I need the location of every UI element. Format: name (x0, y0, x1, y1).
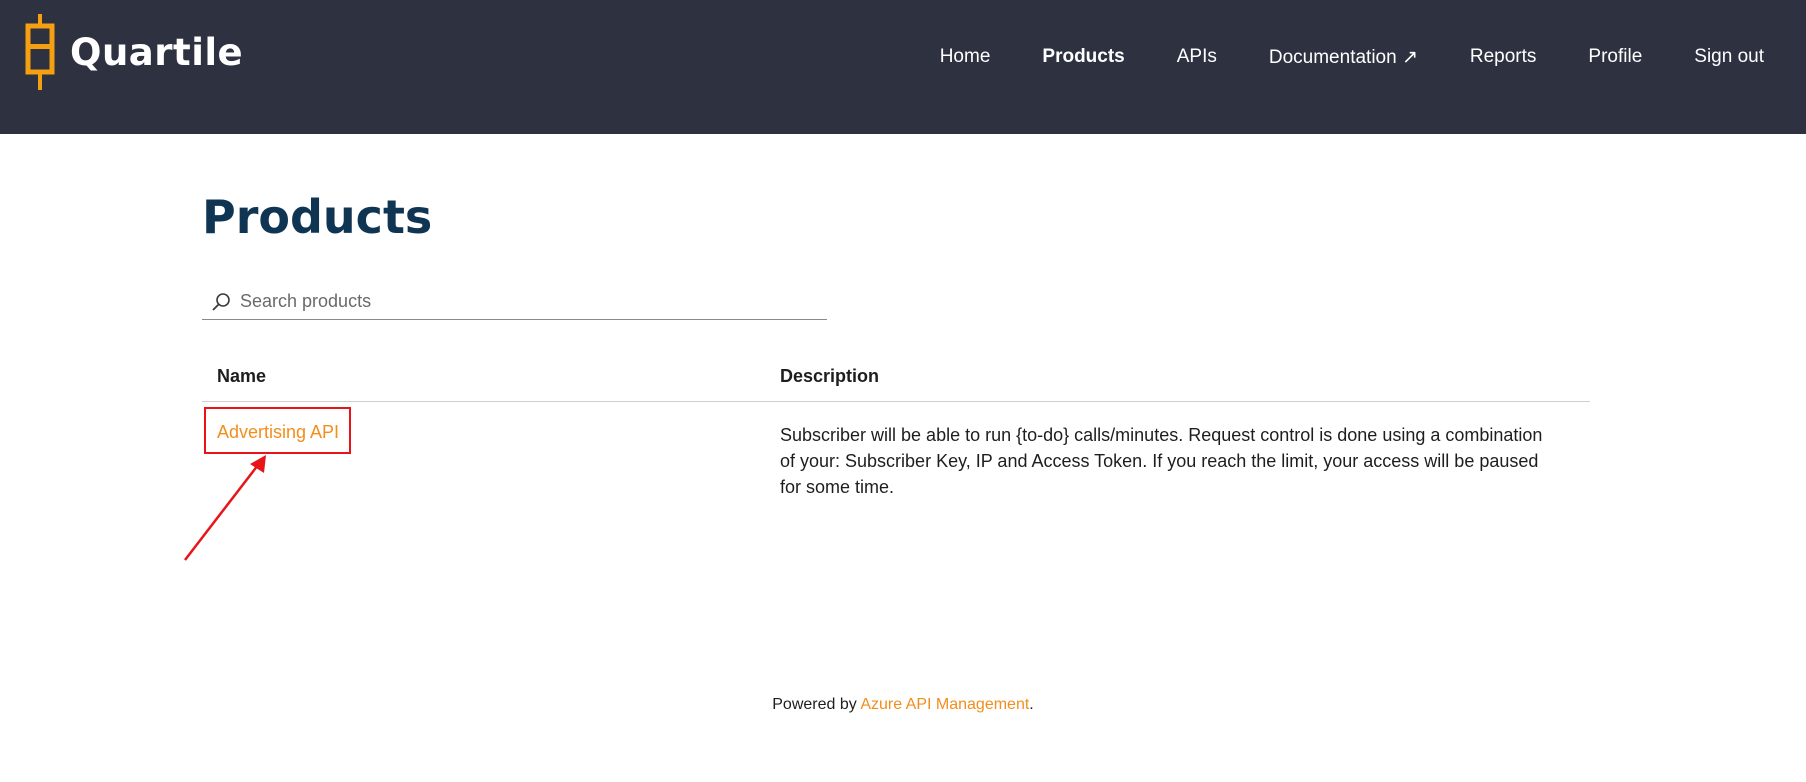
product-description: Subscriber will be able to run {to-do} c… (780, 425, 1543, 497)
column-header-description: Description (780, 366, 880, 386)
nav-profile[interactable]: Profile (1588, 46, 1642, 69)
footer: Powered by Azure API Management. (0, 696, 1806, 714)
nav-documentation[interactable]: Documentation ↗ (1269, 46, 1418, 69)
page-title: Products (202, 190, 433, 244)
search-box (202, 284, 827, 320)
nav-reports[interactable]: Reports (1470, 46, 1537, 69)
table-header: Name Description (202, 352, 1590, 402)
search-icon (212, 292, 230, 311)
nav-products[interactable]: Products (1042, 46, 1124, 69)
products-table: Name Description Advertising API Subscri… (202, 352, 1590, 500)
footer-suffix: . (1029, 696, 1034, 713)
nav-apis[interactable]: APIs (1177, 46, 1217, 69)
column-header-name: Name (217, 366, 267, 386)
main-nav: Home Products APIs Documentation ↗ Repor… (888, 46, 1764, 69)
logo-text: Quartile (70, 30, 244, 74)
footer-azure-link[interactable]: Azure API Management (860, 696, 1029, 713)
table-row: Advertising API Subscriber will be able … (202, 402, 1590, 500)
nav-home[interactable]: Home (940, 46, 991, 69)
footer-prefix: Powered by (772, 696, 861, 713)
logo[interactable]: Quartile (24, 14, 243, 90)
product-name-cell: Advertising API (202, 422, 780, 500)
nav-sign-out[interactable]: Sign out (1694, 46, 1764, 69)
product-link-advertising-api[interactable]: Advertising API (217, 422, 339, 442)
quartile-logo-icon (25, 14, 55, 90)
top-header: Quartile Home Products APIs Documentatio… (0, 0, 1806, 134)
search-input[interactable] (240, 291, 820, 312)
